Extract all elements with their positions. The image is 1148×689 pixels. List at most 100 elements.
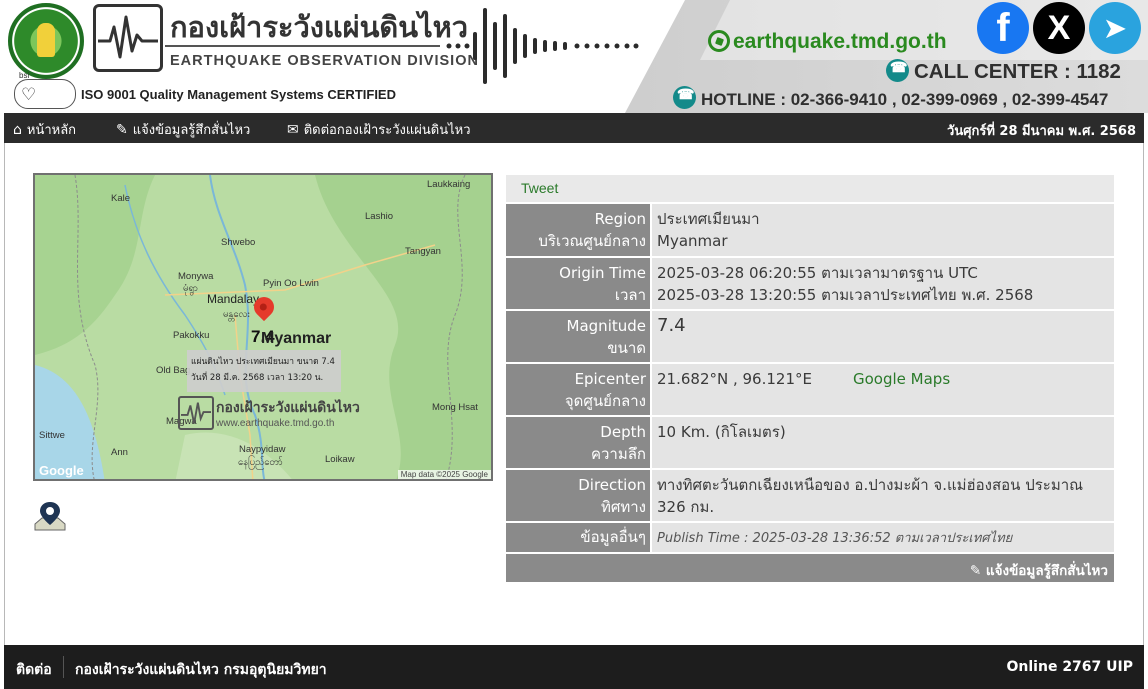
nav-contact-label: ติดต่อกองเฝ้าระวังแผ่นดินไหว [303,123,471,138]
seismograph-logo-icon [93,4,163,72]
main-navbar: ⌂ หน้าหลัก ✎ แจ้งข้อมูลรู้สึกสั่นไหว ✉ ติดต… [4,113,1144,143]
map-place: Mong Hsat [432,402,478,413]
site-header: กองเฝ้าระวังแผ่นดินไหว EARTHQUAKE OBSERV… [0,0,1148,113]
map-place: Mandalay [207,292,260,306]
label-en: Direction [578,476,646,494]
label-en: Magnitude [566,317,646,335]
footer-contact-link[interactable]: ติดต่อ [16,659,52,681]
label-en: Depth [600,423,646,441]
map-place: Ann [111,447,128,458]
value-line-2: 2025-03-28 13:20:55 ตามเวลาประเทศไทย พ.ศ… [657,286,1034,304]
edit-document-icon: ✎ [969,563,986,579]
direction-value: ทางทิศตะวันตกเฉียงเหนือของ อ.ปางมะผ้า จ.… [652,470,1114,521]
site-footer: ติดต่อ กองเฝ้าระวังแผ่นดินไหว กรมอุตุนิย… [4,645,1144,689]
home-icon: ⌂ [13,122,22,138]
website-text: earthquake.tmd.go.th [733,30,947,53]
seismic-wave-decoration [446,8,639,84]
info-row-origin-time: Origin Time เวลา 2025-03-28 06:20:55 ตาม… [506,258,1114,309]
online-counter: Online 2767 UIP [1006,659,1133,675]
map-place: Sittwe [39,430,65,441]
bsi-certification-logo: ♡ bsi [14,71,76,109]
label-th: เวลา [614,286,646,304]
info-row-epicenter: Epicenter จุดศูนย์กลาง 21.682°N , 96.121… [506,364,1114,415]
x-twitter-icon[interactable]: X [1033,2,1085,54]
region-label: Region บริเวณศูนย์กลาง [506,204,650,256]
map-place: Pyin Oo Lwin [263,278,319,289]
facebook-icon[interactable]: f [977,2,1029,54]
map-place: နေပြည်တော် [238,457,283,468]
telegram-icon[interactable]: ➤ [1089,2,1141,54]
depth-value: 10 Km. (กิโลเมตร) [652,417,1114,468]
label-th: ทิศทาง [600,498,646,516]
region-value: ประเทศเมียนมา Myanmar [652,204,1114,256]
call-center: CALL CENTER : 1182 [886,59,1121,84]
map-place: Pakokku [173,330,210,341]
popup-line-2: วันที่ 28 มี.ค. 2568 เวลา 13:20 น. [191,373,324,383]
label-th: ขนาด [607,339,646,357]
cursor-click-icon [708,30,730,52]
info-row-region: Region บริเวณศูนย์กลาง ประเทศเมียนมา Mya… [506,204,1114,256]
value-line-2: Myanmar [657,232,728,250]
origin-time-value: 2025-03-28 06:20:55 ตามเวลามาตรฐาน UTC 2… [652,258,1114,309]
map-place: Old Bag [156,365,191,376]
label-th: จุดศูนย์กลาง [564,392,646,410]
earthquake-map[interactable]: Laukkaing Kale Lashio Shwebo Tangyan Mon… [33,173,493,481]
popup-line-1: แผ่นดินไหว ประเทศเมียนมา ขนาด 7.4 [191,357,335,367]
direction-label: Direction ทิศทาง [506,470,650,521]
nav-home-label: หน้าหลัก [26,123,77,138]
map-place: Shwebo [221,237,256,248]
value-line-1: ทางทิศตะวันตกเฉียงเหนือของ อ.ปางมะผ้า จ.… [657,476,1084,494]
magnitude-label: Magnitude ขนาด [506,311,650,362]
label-en: Epicenter [574,370,646,388]
hotline-text: HOTLINE : 02-366-9410 , 02-399-0969 , 02… [701,90,1109,109]
report-bar: ✎ แจ้งข้อมูลรู้สึกสั่นไหว [506,554,1114,582]
coordinates: 21.682°N , 96.121°E [657,370,812,388]
info-row-direction: Direction ทิศทาง ทางทิศตะวันตกเฉียงเหนือ… [506,470,1114,521]
website-link[interactable]: earthquake.tmd.go.th [708,30,947,54]
phone-icon [673,86,696,109]
tmd-logo[interactable] [8,3,84,79]
watermark-url: www.earthquake.tmd.go.th [216,418,335,429]
earthquake-info-table: Tweet Region บริเวณศูนย์กลาง ประเทศเมียน… [506,175,1114,582]
phone-icon [886,59,909,82]
origin-time-label: Origin Time เวลา [506,258,650,309]
value-line-1: ประเทศเมียนมา [657,210,760,228]
bsi-label: bsi [19,71,30,80]
site-title-thai: กองเฝ้าระวังแผ่นดินไหว [170,10,469,44]
value-line-2: 326 กม. [657,498,715,516]
map-place: Lashio [365,211,393,222]
map-place: Loikaw [325,454,355,465]
other-info-value: Publish Time : 2025-03-28 13:36:52 ตามเว… [652,523,1114,552]
map-country-label: Myanmar [261,330,332,347]
map-place: Naypyidaw [239,444,286,455]
tweet-row: Tweet [506,175,1114,202]
magnitude-value: 7.4 [652,311,1114,362]
map-place: Laukkaing [427,179,471,190]
info-row-other: ข้อมูลอื่นๆ Publish Time : 2025-03-28 13… [506,523,1114,552]
value-line-1: 2025-03-28 06:20:55 ตามเวลามาตรฐาน UTC [657,264,978,282]
map-place: Kale [111,193,131,204]
map-info-popup: แผ่นดินไหว ประเทศเมียนมา ขนาด 7.4 วันที่… [187,350,341,392]
map-attribution[interactable]: Map data ©2025 Google [397,470,491,479]
nav-report[interactable]: ✎ แจ้งข้อมูลรู้สึกสั่นไหว [116,119,250,140]
map-location-icon[interactable] [33,500,67,532]
site-title-english: EARTHQUAKE OBSERVATION DIVISION [170,53,479,69]
footer-organization: กองเฝ้าระวังแผ่นดินไหว กรมอุตุนิยมวิทยา [75,662,327,678]
title-divider [165,45,440,47]
info-row-magnitude: Magnitude ขนาด 7.4 [506,311,1114,362]
nav-home[interactable]: ⌂ หน้าหลัก [13,119,76,140]
label-th: ความลึก [590,445,646,463]
tweet-button[interactable]: Tweet [521,180,558,196]
map-place: မုံရွာ [183,283,198,294]
nav-report-label: แจ้งข้อมูลรู้สึกสั่นไหว [132,123,251,138]
label-en: Region [594,210,646,228]
report-felt-link[interactable]: ✎ แจ้งข้อมูลรู้สึกสั่นไหว [970,559,1108,581]
nav-contact[interactable]: ✉ ติดต่อกองเฝ้าระวังแผ่นดินไหว [287,119,471,140]
info-row-depth: Depth ความลึก 10 Km. (กิโลเมตร) [506,417,1114,468]
google-maps-link[interactable]: Google Maps [853,368,950,390]
label-en: Origin Time [559,264,646,282]
publish-time: Publish Time : 2025-03-28 13:36:52 ตามเว… [657,531,1013,546]
google-logo: Google [39,463,84,478]
heart-icon: ♡ [21,85,37,105]
call-center-text: CALL CENTER : 1182 [914,60,1121,83]
